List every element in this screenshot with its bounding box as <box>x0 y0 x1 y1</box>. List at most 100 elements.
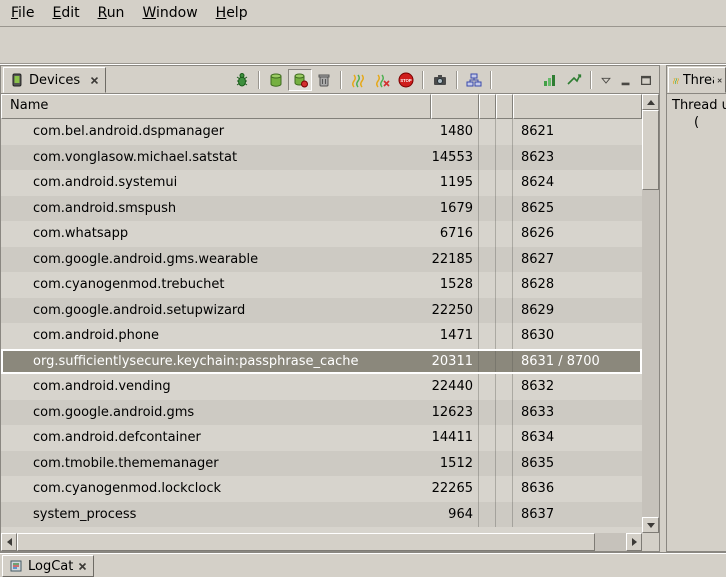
process-pid-cell[interactable]: 14411 <box>431 425 479 451</box>
process-port-cell[interactable]: 8629 <box>513 298 642 324</box>
tab-devices[interactable]: Devices <box>3 67 106 93</box>
process-port-cell[interactable]: 8637 <box>513 502 642 528</box>
table-row[interactable]: com.bel.android.dspmanager 1480 8621 <box>1 119 642 145</box>
table-row[interactable]: com.android.vending 22440 8632 <box>1 374 642 400</box>
screen-capture-icon[interactable] <box>428 69 452 91</box>
dump-hprof-icon[interactable] <box>288 69 312 91</box>
menu-run[interactable]: Run <box>89 0 134 26</box>
tab-threads[interactable]: Threads <box>668 67 726 93</box>
table-row[interactable]: com.cyanogenmod.lockclock 22265 8636 <box>1 476 642 502</box>
menu-window[interactable]: Window <box>133 0 206 26</box>
horizontal-scrollbar-thumb[interactable] <box>17 533 595 551</box>
process-port-cell[interactable]: 8626 <box>513 221 642 247</box>
method-profiling-icon[interactable] <box>538 69 562 91</box>
process-pid-cell[interactable]: 6716 <box>431 221 479 247</box>
process-port-cell[interactable]: 8636 <box>513 476 642 502</box>
process-pid-cell[interactable]: 22265 <box>431 476 479 502</box>
column-header-pid[interactable] <box>431 94 479 119</box>
process-name-cell[interactable]: com.bel.android.dspmanager <box>1 119 431 145</box>
process-port-cell[interactable]: 8624 <box>513 170 642 196</box>
process-name-cell[interactable]: com.android.smspush <box>1 196 431 222</box>
menu-help[interactable]: Help <box>207 0 257 26</box>
process-name-cell[interactable]: com.google.android.setupwizard <box>1 298 431 324</box>
update-heap-icon[interactable] <box>264 69 288 91</box>
process-port-cell[interactable]: 8631 / 8700 <box>513 349 642 375</box>
scroll-right-button[interactable] <box>626 533 642 551</box>
table-row[interactable]: org.sufficientlysecure.keychain:passphra… <box>1 349 642 375</box>
scroll-left-button[interactable] <box>1 533 17 551</box>
process-name-cell[interactable]: com.vonglasow.michael.satstat <box>1 145 431 171</box>
process-port-cell[interactable]: 8625 <box>513 196 642 222</box>
table-row[interactable]: system_process 964 8637 <box>1 502 642 528</box>
method-profiling-stop-icon[interactable] <box>562 69 586 91</box>
process-pid-cell[interactable]: 1195 <box>431 170 479 196</box>
process-name-cell[interactable]: com.cyanogenmod.lockclock <box>1 476 431 502</box>
process-pid-cell[interactable]: 1471 <box>431 323 479 349</box>
debug-process-icon[interactable] <box>230 69 254 91</box>
close-icon[interactable] <box>90 76 99 85</box>
table-row[interactable]: com.android.phone 1471 8630 <box>1 323 642 349</box>
table-row[interactable]: com.android.systemui 1195 8624 <box>1 170 642 196</box>
table-row[interactable]: com.android.defcontainer 14411 8634 <box>1 425 642 451</box>
column-header-blank-2[interactable] <box>496 94 513 119</box>
process-pid-cell[interactable]: 1480 <box>431 119 479 145</box>
update-threads-stop-icon[interactable] <box>370 69 394 91</box>
close-icon[interactable] <box>78 562 87 571</box>
close-icon[interactable] <box>717 76 722 85</box>
table-row[interactable]: com.cyanogenmod.trebuchet 1528 8628 <box>1 272 642 298</box>
process-name-cell[interactable]: com.tmobile.thememanager <box>1 451 431 477</box>
process-name-cell[interactable]: com.android.vending <box>1 374 431 400</box>
process-port-cell[interactable]: 8634 <box>513 425 642 451</box>
column-header-port[interactable] <box>513 94 642 119</box>
update-threads-icon[interactable] <box>346 69 370 91</box>
process-port-cell[interactable]: 8633 <box>513 400 642 426</box>
table-row[interactable]: com.google.android.setupwizard 22250 862… <box>1 298 642 324</box>
process-port-cell[interactable]: 8623 <box>513 145 642 171</box>
process-name-cell[interactable]: org.sufficientlysecure.keychain:passphra… <box>1 349 431 375</box>
table-row[interactable]: com.vonglasow.michael.satstat 14553 8623 <box>1 145 642 171</box>
view-menu-icon[interactable] <box>596 69 616 91</box>
cause-gc-icon[interactable] <box>312 69 336 91</box>
table-row[interactable]: com.google.android.gms 12623 8633 <box>1 400 642 426</box>
process-name-cell[interactable]: com.google.android.gms.wearable <box>1 247 431 273</box>
process-name-cell[interactable]: system_process <box>1 502 431 528</box>
process-pid-cell[interactable]: 12623 <box>431 400 479 426</box>
horizontal-scrollbar[interactable] <box>1 533 642 551</box>
process-pid-cell[interactable]: 22185 <box>431 247 479 273</box>
view-hierarchy-icon[interactable] <box>462 69 486 91</box>
menu-file[interactable]: File <box>2 0 43 26</box>
table-row[interactable]: com.whatsapp 6716 8626 <box>1 221 642 247</box>
process-port-cell[interactable]: 8627 <box>513 247 642 273</box>
table-row[interactable]: com.tmobile.thememanager 1512 8635 <box>1 451 642 477</box>
process-name-cell[interactable]: com.android.systemui <box>1 170 431 196</box>
process-pid-cell[interactable]: 1679 <box>431 196 479 222</box>
tab-logcat[interactable]: LogCat <box>2 555 94 577</box>
process-port-cell[interactable]: 8621 <box>513 119 642 145</box>
process-name-cell[interactable]: com.google.android.gms <box>1 400 431 426</box>
vertical-scrollbar-thumb[interactable] <box>642 110 659 190</box>
maximize-icon[interactable] <box>636 69 656 91</box>
process-port-cell[interactable]: 8630 <box>513 323 642 349</box>
process-name-cell[interactable]: com.cyanogenmod.trebuchet <box>1 272 431 298</box>
column-header-blank-1[interactable] <box>479 94 496 119</box>
process-pid-cell[interactable]: 1528 <box>431 272 479 298</box>
process-pid-cell[interactable]: 22440 <box>431 374 479 400</box>
process-pid-cell[interactable]: 964 <box>431 502 479 528</box>
menu-edit[interactable]: Edit <box>43 0 88 26</box>
process-pid-cell[interactable]: 20311 <box>431 349 479 375</box>
process-name-cell[interactable]: com.android.defcontainer <box>1 425 431 451</box>
process-pid-cell[interactable]: 1512 <box>431 451 479 477</box>
process-port-cell[interactable]: 8632 <box>513 374 642 400</box>
vertical-scrollbar[interactable] <box>642 94 659 533</box>
process-port-cell[interactable]: 8628 <box>513 272 642 298</box>
minimize-icon[interactable] <box>616 69 636 91</box>
table-row[interactable]: com.android.smspush 1679 8625 <box>1 196 642 222</box>
column-header-name[interactable]: Name <box>1 94 431 119</box>
process-port-cell[interactable]: 8635 <box>513 451 642 477</box>
process-pid-cell[interactable]: 14553 <box>431 145 479 171</box>
stop-process-icon[interactable]: STOP <box>394 69 418 91</box>
process-name-cell[interactable]: com.whatsapp <box>1 221 431 247</box>
process-name-cell[interactable]: com.android.phone <box>1 323 431 349</box>
scroll-up-button[interactable] <box>642 94 659 110</box>
process-pid-cell[interactable]: 22250 <box>431 298 479 324</box>
